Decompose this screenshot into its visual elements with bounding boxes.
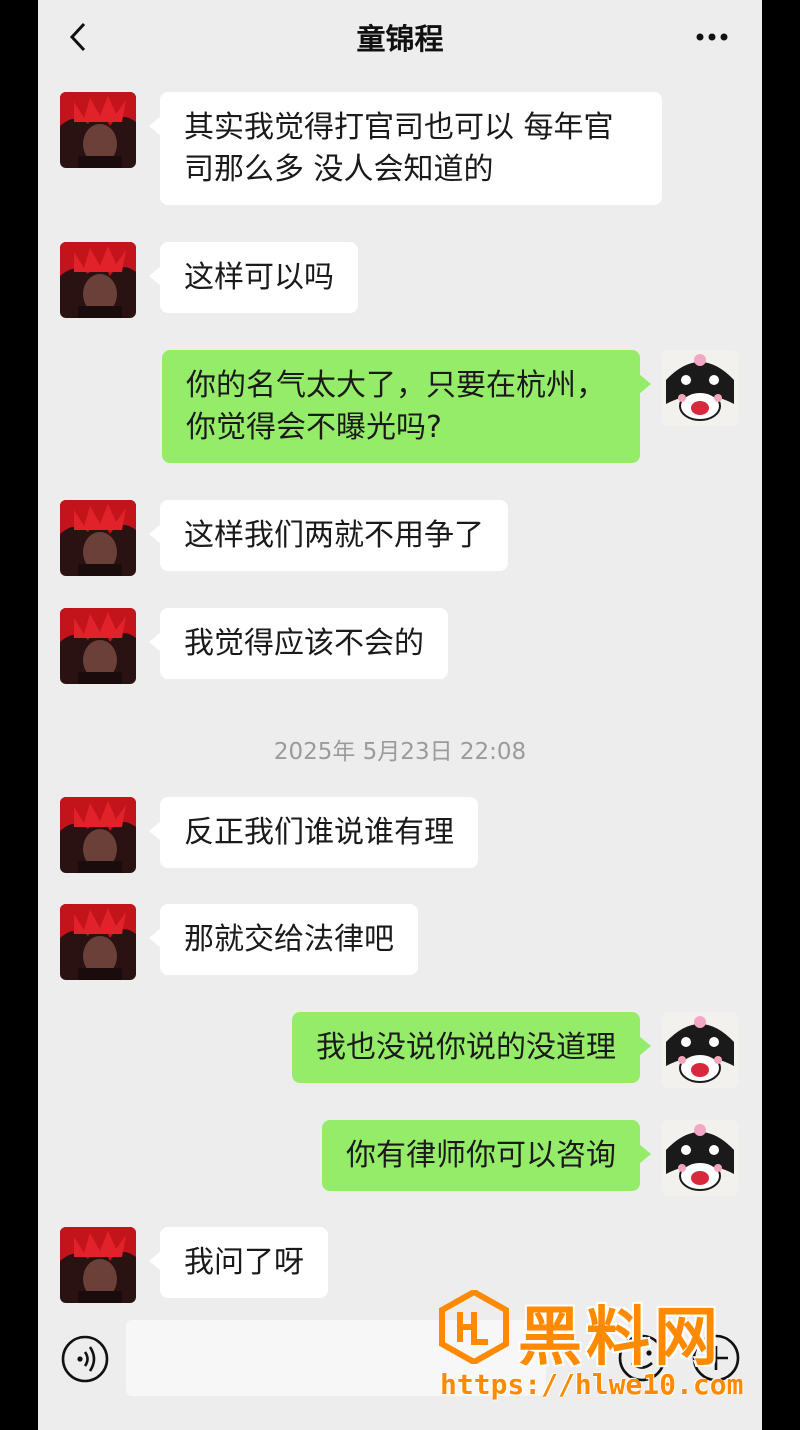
contact-avatar[interactable] <box>60 242 136 318</box>
chat-header: 童锦程 <box>38 0 762 72</box>
watermark-text: 黑料网 <box>518 1301 722 1375</box>
message-bubble-incoming[interactable]: 反正我们谁说谁有理 <box>149 797 478 868</box>
message-bubble-incoming[interactable]: 那就交给法律吧 <box>149 904 418 975</box>
message-timestamp: 2025年 5月23日 22:08 <box>273 739 527 765</box>
watermark: 黑料网 https://hlwe10.com <box>438 1290 768 1408</box>
message-bubble-incoming[interactable]: 这样我们两就不用争了 <box>149 500 508 571</box>
watermark-logo-icon <box>439 1290 509 1364</box>
contact-avatar[interactable] <box>60 500 136 576</box>
contact-avatar[interactable] <box>60 904 136 980</box>
voice-icon[interactable] <box>60 1334 110 1384</box>
message-bubble-incoming[interactable]: 这样可以吗 <box>149 242 358 313</box>
contact-avatar[interactable] <box>60 92 136 168</box>
message-bubble-incoming[interactable]: 其实我觉得打官司也可以 每年官司那么多 没人会知道的 <box>149 92 662 205</box>
message-bubble-outgoing[interactable]: 你有律师你可以咨询 <box>322 1120 651 1191</box>
contact-avatar[interactable] <box>60 797 136 873</box>
my-avatar[interactable] <box>662 350 738 426</box>
contact-avatar[interactable] <box>60 608 136 684</box>
message-bubble-incoming[interactable]: 我觉得应该不会的 <box>149 608 448 679</box>
my-avatar[interactable] <box>662 1012 738 1088</box>
message-bubble-incoming[interactable]: 我问了呀 <box>149 1227 328 1298</box>
message-bubble-outgoing[interactable]: 你的名气太大了，只要在杭州，你觉得会不曝光吗? <box>162 350 651 463</box>
my-avatar[interactable] <box>662 1120 738 1196</box>
message-bubble-outgoing[interactable]: 我也没说你说的没道理 <box>292 1012 651 1083</box>
watermark-url: https://hlwe10.com <box>440 1368 744 1401</box>
more-dots-icon[interactable] <box>692 22 732 52</box>
contact-avatar[interactable] <box>60 1227 136 1303</box>
chat-title: 童锦程 <box>356 22 444 56</box>
chat-screen: 童锦程 其实我觉得打官司也可以 每年官司那么多 没人会知道的 这样可以吗 你的名… <box>38 0 762 1430</box>
